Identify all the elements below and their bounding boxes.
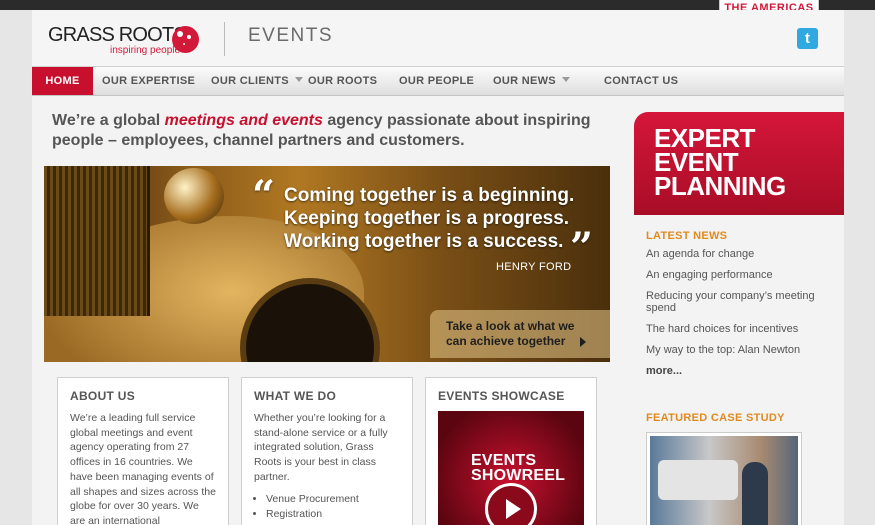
showreel-title: EVENTS SHOWREEL — [471, 452, 566, 484]
list-item: Registration — [266, 507, 400, 522]
what-we-do-box: WHAT WE DO Whether you’re looking for a … — [241, 377, 413, 525]
latest-news-list: An agenda for change An engaging perform… — [646, 248, 816, 386]
logo-dots-icon — [172, 26, 199, 53]
nav-our-expertise[interactable]: OUR EXPERTISE — [102, 67, 195, 95]
expert-event-planning-banner[interactable]: EXPERT EVENT PLANNING — [634, 112, 844, 215]
logo-name: GRASS ROOTS — [48, 24, 187, 46]
showreel-video[interactable]: EVENTS SHOWREEL — [438, 411, 584, 525]
news-link[interactable]: An engaging performance — [646, 269, 816, 281]
intro-headline: We’re a global meetings and events agenc… — [52, 112, 591, 149]
page: GRASS ROOTS inspiring people EVENTS t HO… — [32, 10, 844, 525]
what-we-do-title: WHAT WE DO — [254, 389, 337, 403]
logo-tagline: inspiring people — [110, 45, 181, 56]
chevron-down-icon — [294, 77, 303, 82]
play-icon[interactable] — [485, 483, 537, 525]
intro-highlight: meetings and events — [164, 112, 323, 129]
close-quote-icon: ” — [570, 224, 594, 271]
section-title: EVENTS — [248, 25, 334, 46]
what-we-do-text: Whether you’re looking for a stand-alone… — [254, 412, 388, 483]
news-link[interactable]: My way to the top: Alan Newton — [646, 344, 816, 356]
nav-home[interactable]: HOME — [32, 67, 93, 95]
nav-contact-us[interactable]: CONTACT US — [604, 67, 678, 95]
events-showcase-box: EVENTS SHOWCASE EVENTS SHOWREEL — [425, 377, 597, 525]
about-us-box: ABOUT US We’re a leading full service gl… — [57, 377, 229, 525]
more-news-link[interactable]: more... — [646, 365, 816, 377]
hero-banner: “ Coming together is a beginning. Keepin… — [44, 166, 610, 362]
case-study-image — [650, 436, 798, 525]
hero-car-grille — [44, 166, 150, 316]
hero-quote: Coming together is a beginning. Keeping … — [284, 185, 575, 252]
latest-news-title: LATEST NEWS — [646, 230, 728, 242]
featured-case-study[interactable] — [646, 432, 802, 525]
nav-our-news[interactable]: OUR NEWS — [493, 67, 570, 95]
nav-our-people[interactable]: OUR PEOPLE — [399, 67, 474, 95]
main-nav: HOME OUR EXPERTISE OUR CLIENTS OUR ROOTS… — [32, 66, 844, 96]
news-link[interactable]: An agenda for change — [646, 248, 816, 260]
news-link[interactable]: The hard choices for incentives — [646, 323, 816, 335]
events-showcase-title: EVENTS SHOWCASE — [438, 389, 565, 403]
header: GRASS ROOTS inspiring people EVENTS t — [32, 10, 844, 66]
featured-case-study-title: FEATURED CASE STUDY — [646, 412, 785, 424]
news-link[interactable]: Reducing your company’s meeting spend — [646, 290, 816, 314]
hero-cta-button[interactable]: Take a look at what we can achieve toget… — [430, 310, 610, 358]
twitter-icon[interactable]: t — [797, 28, 818, 49]
chevron-down-icon — [561, 77, 570, 82]
arrow-right-icon — [580, 337, 586, 347]
about-us-title: ABOUT US — [70, 389, 136, 403]
quote-author: HENRY FORD — [496, 261, 572, 273]
list-item: Venue Procurement — [266, 492, 400, 507]
about-us-text: We’re a leading full service global meet… — [70, 412, 216, 525]
services-list: Venue Procurement Registration — [254, 492, 400, 522]
hero-car-lamp — [164, 168, 224, 224]
header-divider — [224, 22, 225, 56]
nav-our-roots[interactable]: OUR ROOTS — [308, 67, 377, 95]
logo[interactable]: GRASS ROOTS inspiring people — [48, 24, 199, 56]
nav-our-clients[interactable]: OUR CLIENTS — [211, 67, 303, 95]
